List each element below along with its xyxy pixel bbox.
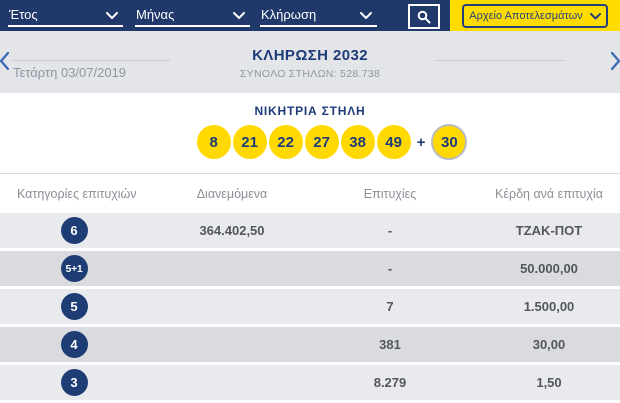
distributed-value: 364.402,50 bbox=[148, 223, 316, 238]
month-dropdown-label: Μήνας bbox=[136, 7, 174, 22]
category-badge: 3 bbox=[61, 369, 88, 396]
plus-sign: + bbox=[417, 134, 426, 151]
number-ball: 49 bbox=[377, 125, 411, 159]
prize-value: 1,50 bbox=[464, 375, 620, 390]
prize-value: 1.500,00 bbox=[464, 299, 620, 314]
winning-column-title: ΝΙΚΗΤΡΙΑ ΣΤΗΛΗ bbox=[0, 93, 620, 118]
column-header-categories: Κατηγορίες επιτυχιών bbox=[0, 187, 148, 201]
number-ball: 38 bbox=[341, 125, 375, 159]
winners-value: 7 bbox=[316, 299, 464, 314]
chevron-down-icon bbox=[106, 12, 118, 20]
results-table-body: 6 364.402,50 - ΤΖΑΚ-ΠΟΤ 5+1 - 50.000,00 … bbox=[0, 213, 620, 403]
draw-dropdown[interactable]: Κλήρωση bbox=[260, 6, 377, 27]
number-ball: 27 bbox=[305, 125, 339, 159]
draw-dropdown-label: Κλήρωση bbox=[261, 7, 316, 22]
chevron-down-icon bbox=[590, 13, 601, 20]
category-badge: 6 bbox=[61, 217, 88, 244]
number-ball: 22 bbox=[269, 125, 303, 159]
category-badge: 5 bbox=[61, 293, 88, 320]
year-dropdown[interactable]: Έτος bbox=[8, 6, 123, 27]
number-ball: 8 bbox=[197, 125, 231, 159]
total-columns: ΣΥΝΟΛΟ ΣΤΗΛΩΝ: 528.738 bbox=[0, 68, 620, 80]
search-button[interactable] bbox=[408, 4, 440, 29]
column-header-distributed: Διανεμόμενα bbox=[148, 187, 316, 201]
column-header-winners: Επιτυχίες bbox=[316, 187, 464, 201]
winning-column-section: ΝΙΚΗΤΡΙΑ ΣΤΗΛΗ 8 21 22 27 38 49 + 30 bbox=[0, 93, 620, 173]
chevron-down-icon bbox=[360, 12, 372, 20]
winners-value: - bbox=[316, 261, 464, 276]
bonus-number-ball: 30 bbox=[431, 124, 467, 160]
winners-value: 8.279 bbox=[316, 375, 464, 390]
draw-header: Τετάρτη 03/07/2019 ΚΛΗΡΩΣΗ 2032 ΣΥΝΟΛΟ Σ… bbox=[0, 31, 620, 93]
number-ball: 21 bbox=[233, 125, 267, 159]
archive-tab: Αρχείο Αποτελεσμάτων bbox=[450, 0, 620, 33]
winners-value: 381 bbox=[316, 337, 464, 352]
column-header-prize: Κέρδη ανά επιτυχία bbox=[464, 187, 620, 201]
results-table-header: Κατηγορίες επιτυχιών Διανεμόμενα Επιτυχί… bbox=[0, 173, 620, 213]
results-archive-button[interactable]: Αρχείο Αποτελεσμάτων bbox=[462, 4, 608, 28]
prize-value: 30,00 bbox=[464, 337, 620, 352]
top-filter-bar: Έτος Μήνας Κλήρωση Αρχείο Αποτελεσμάτων bbox=[0, 0, 620, 33]
winning-numbers: 8 21 22 27 38 49 + 30 bbox=[0, 124, 620, 160]
next-draw-button[interactable] bbox=[611, 52, 620, 70]
table-row: 3 8.279 1,50 bbox=[0, 365, 620, 400]
month-dropdown[interactable]: Μήνας bbox=[135, 6, 250, 27]
category-badge: 4 bbox=[61, 331, 88, 358]
prize-value: ΤΖΑΚ-ΠΟΤ bbox=[464, 223, 620, 238]
year-dropdown-label: Έτος bbox=[9, 7, 38, 22]
prize-value: 50.000,00 bbox=[464, 261, 620, 276]
table-row: 6 364.402,50 - ΤΖΑΚ-ΠΟΤ bbox=[0, 213, 620, 248]
table-row: 5+1 - 50.000,00 bbox=[0, 251, 620, 286]
draw-title: ΚΛΗΡΩΣΗ 2032 bbox=[0, 47, 620, 64]
chevron-right-icon bbox=[611, 58, 620, 73]
chevron-down-icon bbox=[233, 12, 245, 20]
category-badge: 5+1 bbox=[61, 255, 88, 282]
magnifier-icon bbox=[417, 10, 431, 24]
results-archive-label: Αρχείο Αποτελεσμάτων bbox=[469, 10, 582, 22]
header-divider-right bbox=[435, 60, 565, 61]
table-row: 5 7 1.500,00 bbox=[0, 289, 620, 324]
winners-value: - bbox=[316, 223, 464, 238]
table-row: 4 381 30,00 bbox=[0, 327, 620, 362]
draw-title-block: ΚΛΗΡΩΣΗ 2032 ΣΥΝΟΛΟ ΣΤΗΛΩΝ: 528.738 bbox=[0, 47, 620, 80]
